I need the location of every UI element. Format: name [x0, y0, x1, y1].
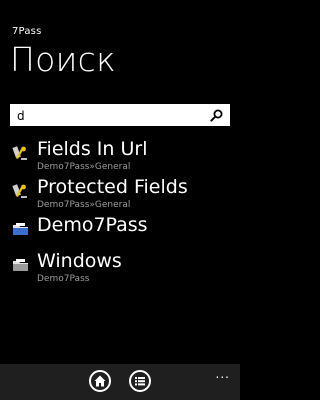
search-page: 7Pass Поиск Fields In Url Demo7Pass»Gene…	[0, 0, 240, 400]
key-entry-icon	[12, 184, 27, 198]
search-results-list: Fields In Url Demo7Pass»General Protecte…	[12, 138, 232, 288]
result-title: Windows	[37, 250, 122, 272]
result-title: Fields In Url	[37, 138, 148, 160]
list-item[interactable]: Fields In Url Demo7Pass»General	[12, 138, 232, 176]
home-icon	[94, 375, 106, 387]
list-item[interactable]: Demo7Pass	[12, 214, 232, 250]
list-icon	[135, 377, 145, 386]
key-entry-icon	[12, 146, 27, 160]
more-options-ellipsis[interactable]: ...	[216, 368, 230, 380]
search-input[interactable]	[17, 107, 197, 125]
folder-icon	[13, 223, 28, 235]
result-path: Demo7Pass»General	[37, 200, 131, 210]
app-title: 7Pass	[12, 26, 42, 37]
home-button[interactable]	[89, 370, 111, 392]
list-item[interactable]: Protected Fields Demo7Pass»General	[12, 176, 232, 214]
result-title: Protected Fields	[37, 176, 188, 198]
list-button[interactable]	[129, 370, 151, 392]
result-path: Demo7Pass	[37, 274, 90, 284]
result-path: Demo7Pass»General	[37, 162, 131, 172]
search-box[interactable]	[10, 104, 230, 126]
result-title: Demo7Pass	[37, 214, 148, 236]
folder-icon	[13, 259, 28, 271]
app-bar: ...	[0, 364, 240, 400]
list-item[interactable]: Windows Demo7Pass	[12, 250, 232, 288]
search-icon[interactable]	[210, 109, 223, 122]
page-title: Поиск	[10, 40, 116, 79]
